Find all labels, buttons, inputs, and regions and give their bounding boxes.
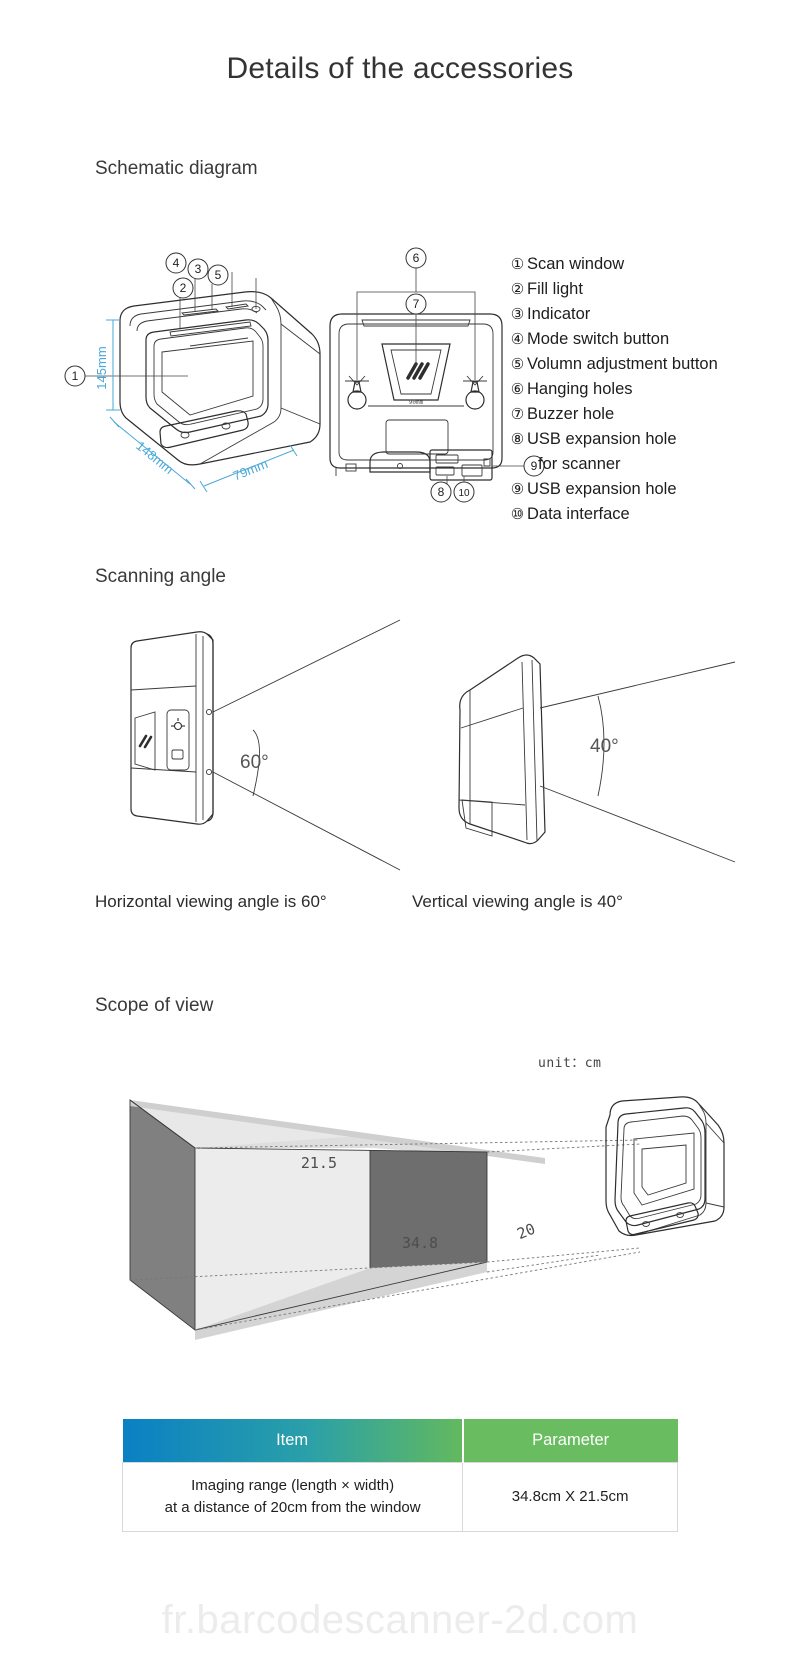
legend-item: ① Scan window bbox=[508, 252, 758, 277]
table-row: Imaging range (length × width) at a dist… bbox=[121, 1461, 678, 1532]
legend-label: Hanging holes bbox=[527, 380, 633, 398]
legend-label: Volumn adjustment button bbox=[527, 355, 718, 373]
legend-item: ⑦ Buzzer hole bbox=[508, 402, 758, 427]
table-cell-item-line2: at a distance of 20cm from the window bbox=[164, 1498, 421, 1516]
scope-height-label: 21.5 bbox=[301, 1154, 337, 1172]
legend-number: ① bbox=[510, 256, 525, 273]
legend-number: ⑨ bbox=[510, 481, 525, 498]
page-title: Details of the accessories bbox=[226, 52, 574, 85]
legend-number: ③ bbox=[510, 306, 525, 323]
table-header-row: Item Parameter bbox=[122, 1419, 678, 1462]
watermark-text: fr.barcodescanner-2d.com bbox=[161, 1598, 639, 1642]
legend-item: ④ Mode switch button bbox=[508, 327, 758, 352]
legend-item: ⑥ Hanging holes bbox=[508, 377, 758, 402]
vertical-angle-value: 40° bbox=[590, 736, 619, 757]
legend-label: Buzzer hole bbox=[527, 405, 615, 423]
section-title-scanning-angle: Scanning angle bbox=[95, 566, 226, 587]
svg-text:3: 3 bbox=[195, 262, 202, 276]
caption-vertical-angle: Vertical viewing angle is 40° bbox=[412, 892, 623, 911]
svg-text:79mm: 79mm bbox=[231, 456, 270, 483]
legend-label: USB expansion hole bbox=[527, 430, 677, 448]
svg-text:5: 5 bbox=[215, 268, 222, 282]
caption-horizontal-angle: Horizontal viewing angle is 60° bbox=[95, 892, 327, 911]
svg-text:145mm: 145mm bbox=[94, 346, 109, 389]
section-title-schematic-diagram: Schematic diagram bbox=[95, 158, 258, 179]
legend-number: ② bbox=[510, 281, 525, 298]
legend-number: ④ bbox=[510, 331, 525, 348]
table-header-item: Item bbox=[122, 1419, 463, 1462]
legend-number: ⑥ bbox=[510, 381, 525, 398]
legend-item: ③ Indicator bbox=[508, 302, 758, 327]
svg-text:148mm: 148mm bbox=[133, 438, 176, 477]
svg-text:90mm: 90mm bbox=[409, 399, 424, 406]
table-cell-item-line1: Imaging range (length × width) bbox=[191, 1476, 395, 1494]
svg-text:10: 10 bbox=[458, 488, 470, 499]
scope-of-view-illustration: 21.5 34.8 20 bbox=[0, 1040, 800, 1370]
legend-number: ⑦ bbox=[510, 406, 525, 423]
scope-device bbox=[605, 1096, 725, 1237]
table-cell-parameter: 34.8cm X 21.5cm bbox=[462, 1461, 678, 1532]
legend-item: ⑤ Volumn adjustment button bbox=[508, 352, 758, 377]
specification-table: Item Parameter Imaging range (length × w… bbox=[121, 1419, 678, 1532]
legend-item: ② Fill light bbox=[508, 277, 758, 302]
legend-label: Mode switch button bbox=[527, 330, 670, 348]
table-header-parameter: Parameter bbox=[461, 1419, 678, 1462]
table-cell-item: Imaging range (length × width) at a dist… bbox=[121, 1461, 464, 1532]
hanging-hole-left bbox=[345, 375, 369, 410]
legend-number: ⑤ bbox=[510, 356, 525, 373]
legend-item: ⑧ USB expansion hole bbox=[508, 427, 758, 452]
legend-label: for scanner bbox=[538, 455, 621, 473]
legend-label: Scan window bbox=[527, 255, 625, 273]
svg-text:6: 6 bbox=[413, 251, 420, 265]
legend-label: Fill light bbox=[527, 280, 583, 298]
product-spec-page: Details of the accessories Schematic dia… bbox=[0, 0, 800, 1668]
legend-item: ⑩ Data interface bbox=[508, 502, 758, 527]
device-front-view bbox=[119, 291, 321, 466]
legend-label: Data interface bbox=[527, 505, 630, 523]
section-title-scope-of-view: Scope of view bbox=[95, 995, 214, 1016]
legend-number: ⑧ bbox=[510, 431, 525, 448]
legend-label: Indicator bbox=[527, 305, 591, 323]
svg-text:2: 2 bbox=[180, 281, 187, 295]
legend-label: USB expansion hole bbox=[527, 480, 677, 498]
dimension-annotations: 145mm 148mm 79mm bbox=[94, 319, 298, 493]
scanning-angle-illustrations: 60° 40° bbox=[0, 600, 800, 900]
svg-text:7: 7 bbox=[413, 297, 420, 311]
svg-text:4: 4 bbox=[173, 256, 180, 270]
horizontal-angle-diagram: 60° bbox=[130, 619, 401, 871]
vertical-angle-diagram: 40° bbox=[458, 654, 736, 863]
horizontal-angle-value: 60° bbox=[240, 752, 269, 773]
legend-item-continuation: for scanner bbox=[508, 452, 758, 477]
device-back-view: 90mm bbox=[329, 266, 524, 498]
schematic-legend-list: ① Scan window ② Fill light ③ Indicator ④… bbox=[508, 252, 758, 527]
hanging-hole-right bbox=[463, 375, 487, 410]
svg-text:8: 8 bbox=[438, 485, 445, 499]
legend-item: ⑨ USB expansion hole bbox=[508, 477, 758, 502]
projection-volume bbox=[129, 1099, 545, 1340]
scope-distance-label: 20 bbox=[514, 1220, 537, 1243]
legend-number: ⑩ bbox=[510, 506, 525, 523]
svg-text:1: 1 bbox=[72, 369, 79, 383]
scope-width-label: 34.8 bbox=[402, 1234, 438, 1252]
